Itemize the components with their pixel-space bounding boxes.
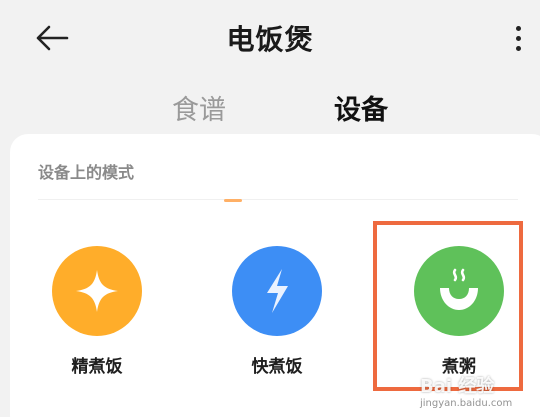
more-options-button[interactable] xyxy=(506,16,530,60)
tab-devices[interactable]: 设备 xyxy=(334,88,388,127)
watermark: Bai 经验 jingyan.baidu.com xyxy=(420,372,540,417)
scroll-indicator xyxy=(224,199,242,202)
mode-icon-circle xyxy=(232,246,322,336)
watermark-line2: jingyan.baidu.com xyxy=(420,398,513,409)
more-vertical-icon xyxy=(515,25,521,31)
mode-icon-circle xyxy=(52,246,142,336)
mode-quick-rice[interactable]: 快煮饭 xyxy=(222,246,332,386)
watermark-line1: Bai 经验 xyxy=(420,376,495,397)
sparkle-icon xyxy=(76,270,118,312)
mode-label: 精煮饭 xyxy=(71,357,123,377)
page-title: 电饭煲 xyxy=(226,23,314,56)
tab-recipes[interactable]: 食谱 xyxy=(172,88,226,127)
mode-icon-circle xyxy=(414,246,504,336)
lightning-icon xyxy=(267,269,288,313)
header: 电饭煲 xyxy=(0,0,540,80)
bowl-steam-icon xyxy=(440,268,478,310)
mode-fine-rice[interactable]: 精煮饭 xyxy=(42,246,152,386)
section-title: 设备上的模式 xyxy=(38,163,135,182)
tab-bar: 食谱 设备 xyxy=(0,88,540,128)
mode-porridge[interactable]: 煮粥 xyxy=(404,246,514,386)
mode-label: 快煮饭 xyxy=(251,357,303,377)
divider xyxy=(38,199,518,200)
